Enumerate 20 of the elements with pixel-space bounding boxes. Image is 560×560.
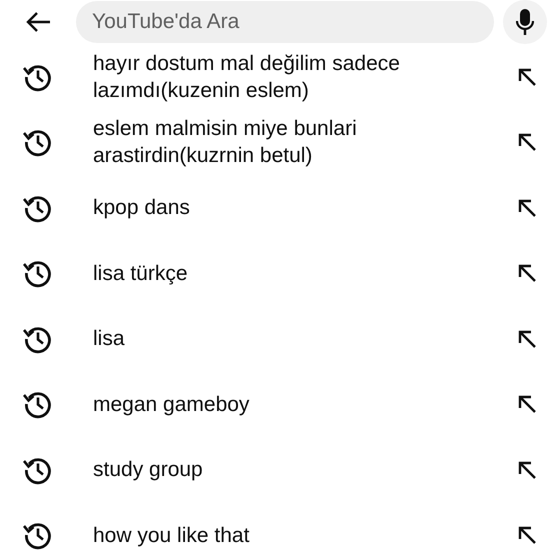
up-left-arrow-icon (517, 198, 537, 218)
microphone-icon (516, 8, 534, 36)
search-suggestion[interactable]: eslem malmisin miye bunlari arastirdin(kuzrnin betul) (93, 115, 492, 170)
search-suggestion[interactable]: how you like that (93, 522, 492, 549)
up-left-arrow-icon (517, 394, 537, 414)
up-left-arrow-icon (517, 525, 537, 546)
up-left-arrow-icon (517, 460, 537, 480)
search-suggestion[interactable]: study group (93, 456, 492, 484)
up-left-arrow-icon (517, 328, 537, 349)
up-left-arrow-icon (517, 263, 537, 284)
microphone-button[interactable] (503, 0, 547, 44)
up-left-arrow-icon (517, 132, 537, 152)
search-suggestion[interactable]: hayır dostum mal değilim sadece lazımdı(kuzenin eslem) (93, 50, 492, 104)
up-left-arrow-icon (517, 66, 537, 87)
search-suggestion[interactable]: lisa (93, 325, 492, 352)
search-suggestion[interactable]: megan gameboy (93, 390, 492, 418)
back-arrow-icon (25, 11, 51, 33)
search-field[interactable]: YouTube'da Ara (76, 1, 494, 43)
search-suggestion[interactable]: lisa türkçe (93, 260, 492, 287)
search-suggestion[interactable]: kpop dans (93, 194, 492, 222)
